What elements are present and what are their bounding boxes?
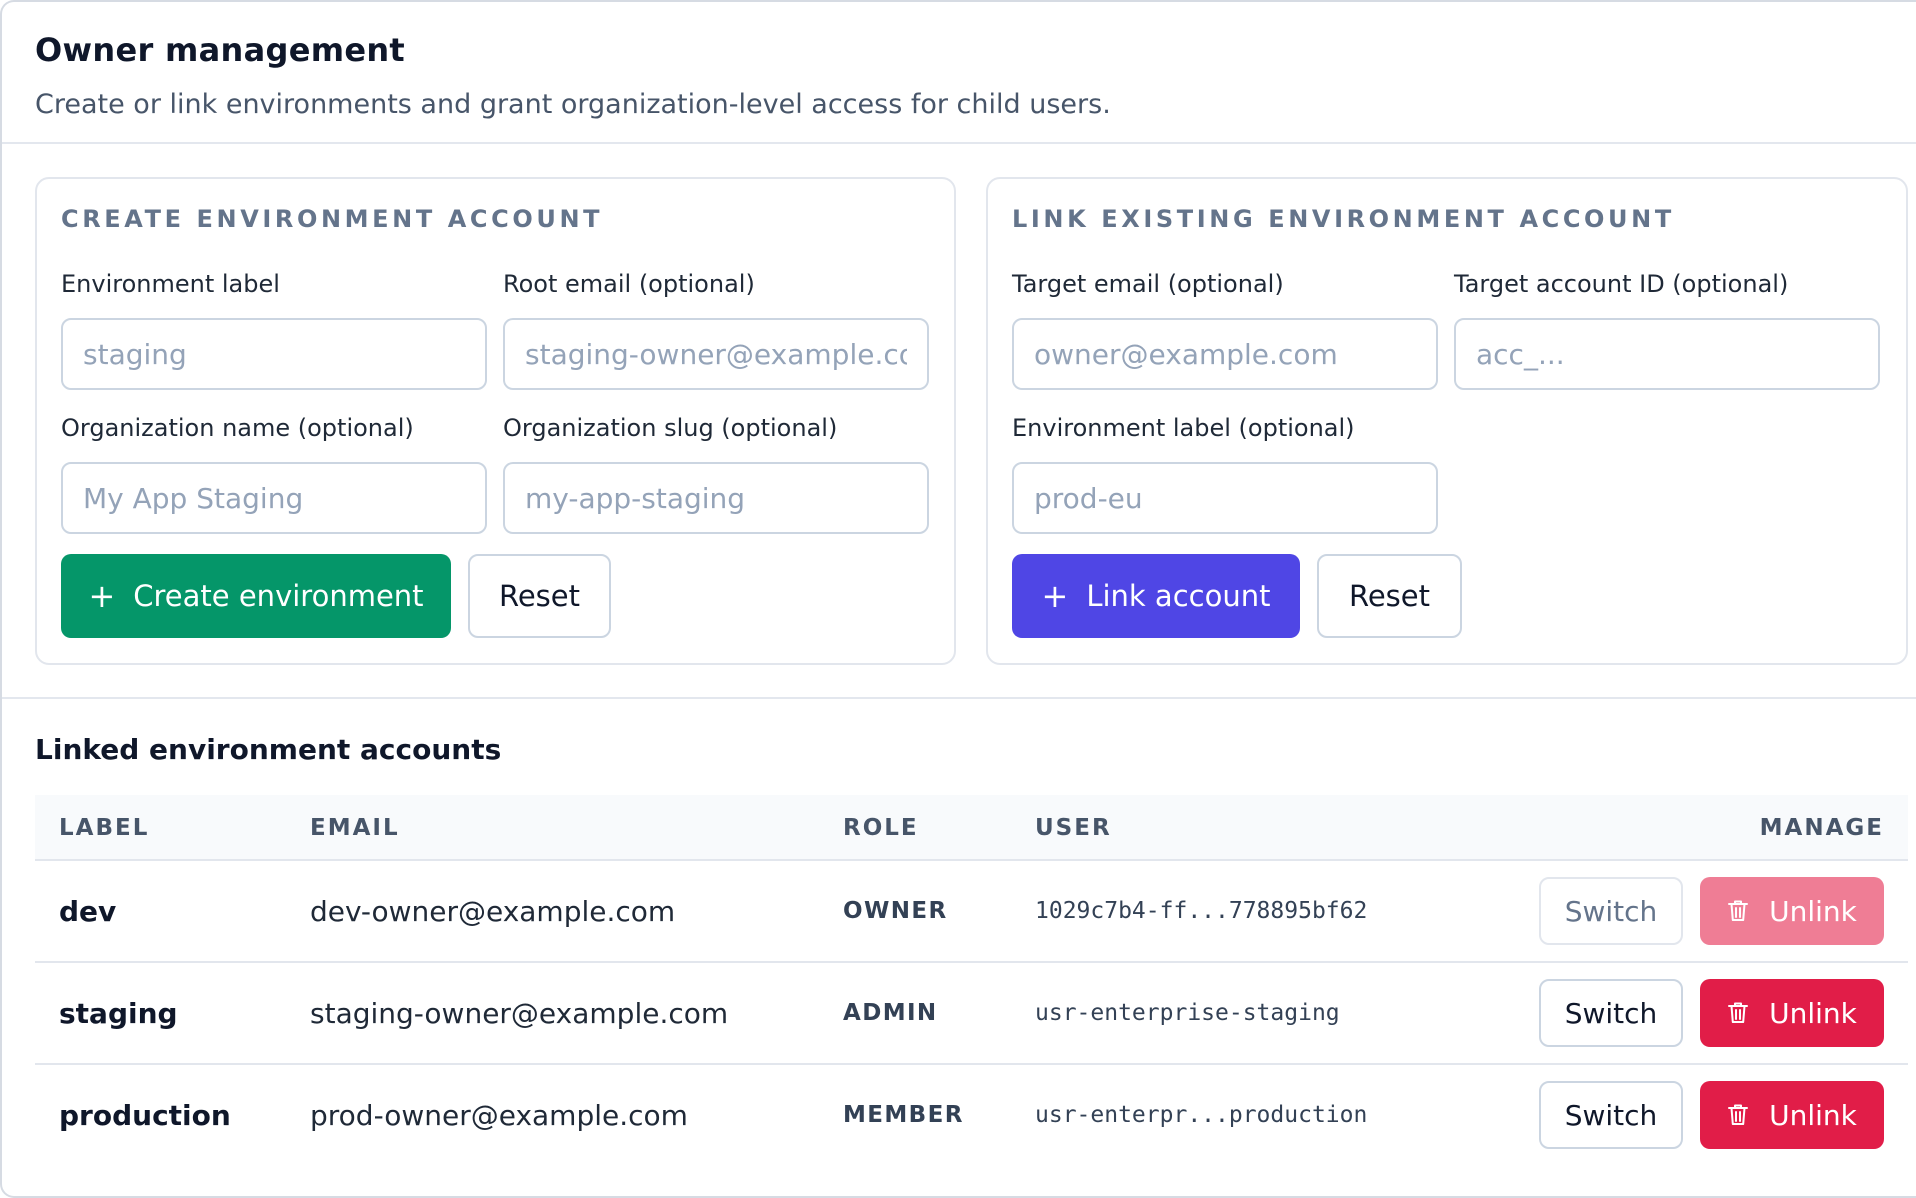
create-environment-button[interactable]: + Create environment	[61, 554, 451, 638]
row-user-id: usr-enterpr...production	[1035, 1102, 1368, 1128]
org-slug-input[interactable]	[503, 462, 929, 534]
env-label-label: Environment label	[61, 270, 280, 298]
plus-icon: +	[1041, 577, 1069, 615]
row-email: prod-owner@example.com	[310, 1098, 688, 1132]
org-slug-field: Organization slug (optional)	[503, 413, 929, 534]
unlink-button-label: Unlink	[1769, 996, 1857, 1030]
trash-icon	[1728, 1002, 1749, 1023]
create-card-title: CREATE ENVIRONMENT ACCOUNT	[61, 205, 604, 233]
plus-icon: +	[88, 577, 116, 615]
trash-icon	[1728, 900, 1749, 921]
switch-button[interactable]: Switch	[1539, 877, 1683, 945]
row-role: OWNER	[843, 898, 948, 924]
create-reset-button-label: Reset	[498, 579, 580, 613]
linked-accounts-section: Linked environment accounts LABEL EMAIL …	[2, 699, 1916, 1149]
create-reset-button[interactable]: Reset	[468, 554, 611, 638]
switch-button-label: Switch	[1564, 1098, 1658, 1132]
owner-management-panel: Owner management Create or link environm…	[0, 0, 1916, 1198]
row-label: staging	[59, 996, 178, 1030]
link-env-label-field: Environment label (optional)	[1012, 413, 1438, 534]
env-label-field: Environment label	[61, 269, 487, 390]
row-email: dev-owner@example.com	[310, 894, 676, 928]
create-environment-button-label: Create environment	[133, 579, 424, 613]
page-subtitle: Create or link environments and grant or…	[35, 89, 1111, 120]
row-role: MEMBER	[843, 1102, 964, 1128]
org-slug-label: Organization slug (optional)	[503, 414, 838, 442]
org-name-label: Organization name (optional)	[61, 414, 414, 442]
switch-button-label: Switch	[1564, 996, 1658, 1030]
target-account-id-input[interactable]	[1454, 318, 1880, 390]
column-role: ROLE	[843, 815, 919, 841]
link-reset-button-label: Reset	[1348, 579, 1430, 613]
linked-accounts-title: Linked environment accounts	[35, 733, 502, 766]
table-row: staging staging-owner@example.com ADMIN …	[35, 963, 1908, 1065]
forms-section: CREATE ENVIRONMENT ACCOUNT Environment l…	[2, 144, 1916, 699]
root-email-field: Root email (optional)	[503, 269, 929, 390]
page-title: Owner management	[35, 31, 406, 69]
column-label: LABEL	[59, 815, 150, 841]
link-account-button[interactable]: + Link account	[1012, 554, 1300, 638]
target-account-id-label: Target account ID (optional)	[1454, 270, 1789, 298]
row-role: ADMIN	[843, 1000, 938, 1026]
panel-header: Owner management Create or link environm…	[2, 2, 1916, 144]
unlink-button[interactable]: Unlink	[1700, 979, 1884, 1047]
link-reset-button[interactable]: Reset	[1317, 554, 1462, 638]
switch-button[interactable]: Switch	[1539, 979, 1683, 1047]
column-email: EMAIL	[310, 815, 400, 841]
switch-button[interactable]: Switch	[1539, 1081, 1683, 1149]
link-environment-card: LINK EXISTING ENVIRONMENT ACCOUNT Target…	[986, 177, 1908, 665]
root-email-label: Root email (optional)	[503, 270, 755, 298]
row-user-id: 1029c7b4-ff...778895bf62	[1035, 898, 1368, 924]
table-row: production prod-owner@example.com MEMBER…	[35, 1065, 1908, 1167]
target-email-label: Target email (optional)	[1012, 270, 1284, 298]
env-label-input[interactable]	[61, 318, 487, 390]
row-user-id: usr-enterprise-staging	[1035, 1000, 1340, 1026]
column-manage: MANAGE	[1759, 815, 1884, 841]
target-email-input[interactable]	[1012, 318, 1438, 390]
unlink-button-label: Unlink	[1769, 894, 1857, 928]
create-environment-card: CREATE ENVIRONMENT ACCOUNT Environment l…	[35, 177, 956, 665]
org-name-input[interactable]	[61, 462, 487, 534]
trash-icon	[1728, 1104, 1749, 1125]
row-label: production	[59, 1098, 231, 1132]
link-env-label-input[interactable]	[1012, 462, 1438, 534]
column-user: USER	[1035, 815, 1112, 841]
table-header: LABEL EMAIL ROLE USER MANAGE	[35, 795, 1908, 861]
unlink-button[interactable]: Unlink	[1700, 1081, 1884, 1149]
row-email: staging-owner@example.com	[310, 996, 729, 1030]
table-row: dev dev-owner@example.com OWNER 1029c7b4…	[35, 861, 1908, 963]
org-name-field: Organization name (optional)	[61, 413, 487, 534]
unlink-button-label: Unlink	[1769, 1098, 1857, 1132]
row-label: dev	[59, 894, 117, 928]
root-email-input[interactable]	[503, 318, 929, 390]
unlink-button[interactable]: Unlink	[1700, 877, 1884, 945]
link-account-button-label: Link account	[1086, 579, 1271, 613]
linked-accounts-table: LABEL EMAIL ROLE USER MANAGE dev dev-own…	[35, 795, 1908, 1167]
link-card-title: LINK EXISTING ENVIRONMENT ACCOUNT	[1012, 205, 1675, 233]
target-email-field: Target email (optional)	[1012, 269, 1438, 390]
link-env-label-label: Environment label (optional)	[1012, 414, 1355, 442]
target-account-id-field: Target account ID (optional)	[1454, 269, 1880, 390]
switch-button-label: Switch	[1564, 894, 1658, 928]
